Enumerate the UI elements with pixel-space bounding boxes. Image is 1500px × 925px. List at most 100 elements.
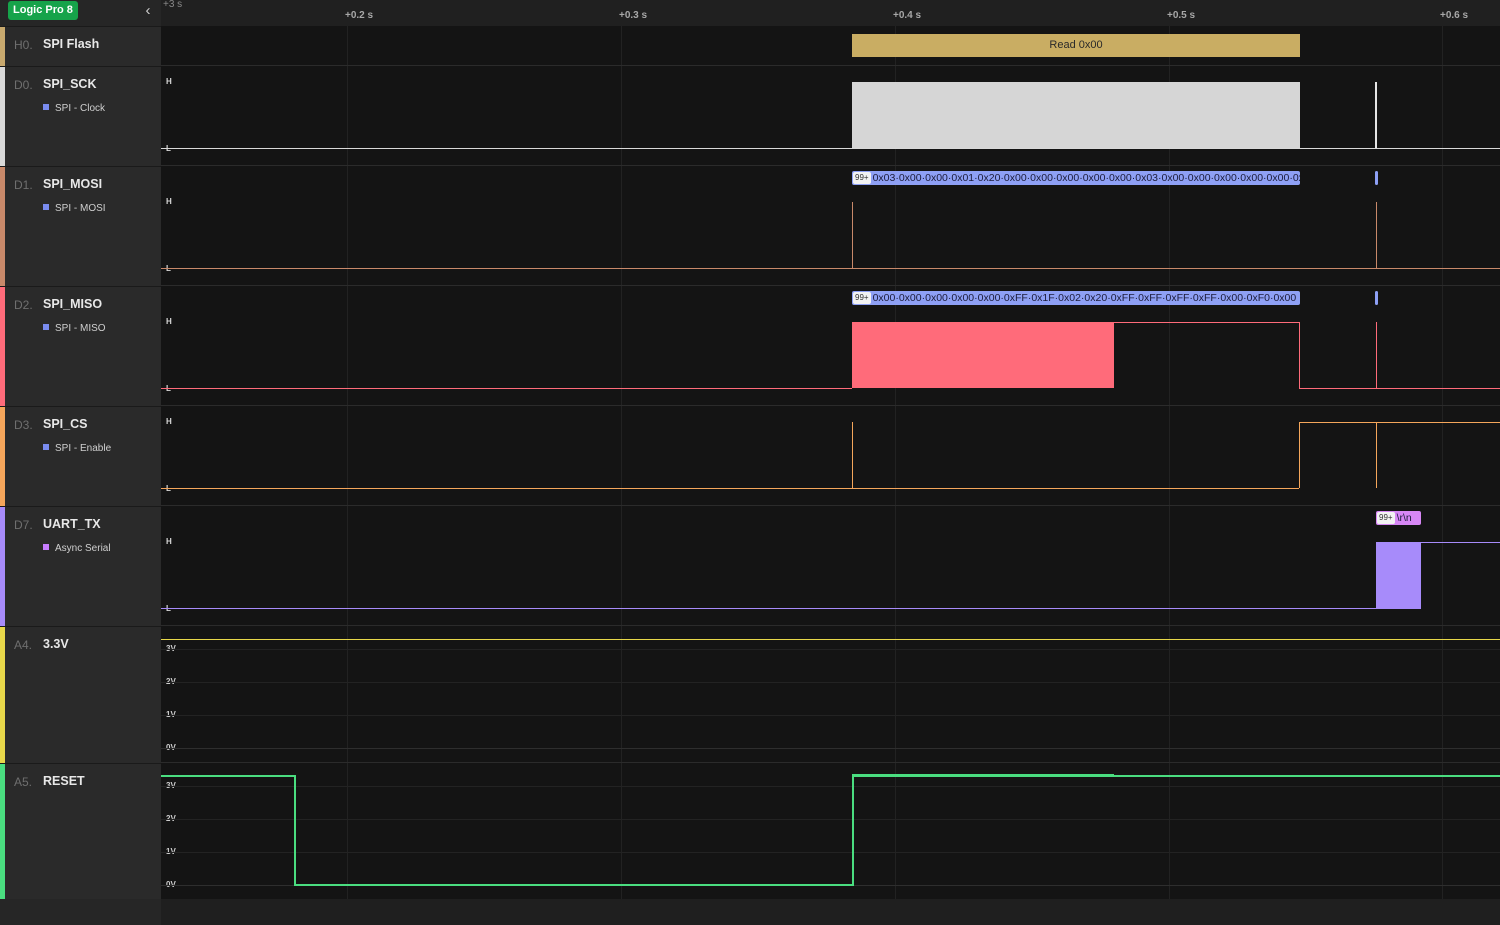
channel-id: D1.	[14, 178, 33, 192]
time-tick-label: +0.6 s	[1440, 10, 1469, 21]
high-level-label: H	[166, 77, 172, 86]
analyzer-color-square	[43, 324, 49, 330]
time-tick-label: +0.5 s	[1167, 10, 1196, 21]
miso-data-burst	[852, 322, 1114, 388]
analyzer-tag[interactable]: Async Serial	[43, 543, 111, 554]
channel-label-d2[interactable]: D2. SPI_MISO SPI - MISO	[0, 286, 161, 406]
analyzer-name: SPI - Enable	[55, 443, 112, 454]
reset-high-trace	[852, 774, 1114, 777]
analyzer-tag[interactable]: SPI - Enable	[43, 443, 111, 454]
analyzer-name: SPI - MOSI	[55, 203, 106, 214]
high-level-label: H	[166, 197, 172, 206]
time-tick-label: +0.2 s	[345, 10, 374, 21]
cs-rising-edge	[1299, 422, 1300, 488]
chevron-left-icon[interactable]: ‹	[141, 3, 155, 19]
sck-pulse	[1375, 82, 1377, 148]
channel-label-h0[interactable]: H0. SPI Flash	[0, 26, 161, 66]
analyzer-name: Async Serial	[55, 543, 111, 554]
voltage-gridline	[161, 852, 1500, 853]
row-divider	[161, 625, 1500, 626]
uart-decoded-text[interactable]: 99+ \r\n	[1376, 511, 1421, 525]
mosi-decoded-marker[interactable]	[1375, 171, 1378, 185]
channel-label-a5[interactable]: A5. RESET	[0, 763, 161, 899]
channel-color-stripe	[0, 764, 5, 899]
mosi-bytes-text: 0x03·0x00·0x00·0x01·0x20·0x00·0x00·0x00·…	[872, 172, 1300, 184]
channel-name: UART_TX	[43, 517, 101, 531]
high-level-label: H	[166, 537, 172, 546]
overflow-count-badge: 99+	[853, 172, 871, 184]
analyzer-name: SPI - Clock	[55, 103, 106, 114]
miso-low-line	[1299, 388, 1500, 389]
cs-glitch	[852, 422, 853, 488]
sck-low-line	[161, 148, 1500, 149]
voltage-gridline	[161, 649, 1500, 650]
channel-name: SPI_CS	[43, 417, 88, 431]
reset-low-trace	[294, 884, 852, 886]
uart-text: \r\n	[1396, 512, 1412, 524]
overflow-count-badge: 99+	[1377, 512, 1395, 524]
channel-label-d1[interactable]: D1. SPI_MOSI SPI - MOSI	[0, 166, 161, 286]
high-level-label: H	[166, 317, 172, 326]
channel-name: 3.3V	[43, 637, 69, 651]
uart-data-burst	[1376, 542, 1421, 609]
row-divider	[161, 285, 1500, 286]
channel-label-d7[interactable]: D7. UART_TX Async Serial	[0, 506, 161, 626]
channel-label-d3[interactable]: D3. SPI_CS SPI - Enable	[0, 406, 161, 506]
cs-pulse	[1376, 422, 1377, 488]
time-gridline	[895, 26, 896, 899]
analyzer-tag[interactable]: SPI - MISO	[43, 323, 106, 334]
waveform-area[interactable]: Read 0x00 H L 99+0x03·0x00·0x00·0x01·0x2…	[161, 26, 1500, 899]
time-tick-label: +0.3 s	[619, 10, 648, 21]
time-gridline	[1169, 26, 1170, 899]
channel-color-stripe	[0, 167, 5, 286]
device-badge[interactable]: Logic Pro 8	[8, 1, 78, 20]
mosi-decoded-bytes[interactable]: 99+ 0x03·0x00·0x00·0x01·0x20·0x00·0x00·0x…	[852, 171, 1300, 185]
analyzer-color-square	[43, 104, 49, 110]
channel-id: D2.	[14, 298, 33, 312]
reset-high-trace	[1114, 775, 1500, 777]
channel-sidebar: Logic Pro 8 ‹ H0. SPI Flash D0. SPI_SCK …	[0, 0, 161, 925]
channel-name: SPI_SCK	[43, 77, 97, 91]
row-divider	[161, 405, 1500, 406]
channel-color-stripe	[0, 627, 5, 763]
miso-decoded-bytes[interactable]: 99+ 0x00·0x00·0x00·0x00·0x00·0xFF·0x1F·0x…	[852, 291, 1300, 305]
row-divider	[161, 65, 1500, 66]
channel-color-stripe	[0, 507, 5, 626]
time-tick-label: +0.4 s	[893, 10, 922, 21]
voltage-gridline	[161, 748, 1500, 749]
miso-low-line	[161, 388, 852, 389]
channel-id: D0.	[14, 78, 33, 92]
time-gridline	[1442, 26, 1443, 899]
channel-id: D7.	[14, 518, 33, 532]
analyzer-tag[interactable]: SPI - Clock	[43, 103, 105, 114]
miso-decoded-marker[interactable]	[1375, 291, 1378, 305]
miso-high-line	[1114, 322, 1300, 323]
channel-label-d0[interactable]: D0. SPI_SCK SPI - Clock	[0, 66, 161, 166]
miso-edge	[1299, 322, 1300, 388]
reset-high-trace	[161, 775, 295, 777]
channel-color-stripe	[0, 287, 5, 406]
miso-bytes-text: 0x00·0x00·0x00·0x00·0x00·0xFF·0x1F·0x02·…	[872, 292, 1297, 304]
mosi-edge	[852, 202, 853, 268]
time-gridline	[347, 26, 348, 899]
spi-frame-annotation[interactable]: Read 0x00	[852, 34, 1300, 57]
analyzer-color-square	[43, 544, 49, 550]
voltage-gridline	[161, 786, 1500, 787]
miso-edge	[1376, 322, 1377, 388]
channel-color-stripe	[0, 27, 5, 66]
channel-color-stripe	[0, 67, 5, 166]
uart-high-line	[1421, 542, 1500, 543]
time-ruler[interactable]: +3 s +0.2 s +0.3 s +0.4 s +0.5 s +0.6 s	[161, 0, 1500, 26]
analyzer-tag[interactable]: SPI - MOSI	[43, 203, 106, 214]
channel-name: SPI_MISO	[43, 297, 103, 311]
channel-id: D3.	[14, 418, 33, 432]
overflow-count-badge: 99+	[853, 292, 871, 304]
channel-label-a4[interactable]: A4. 3.3V	[0, 626, 161, 763]
row-divider	[161, 165, 1500, 166]
high-level-label: H	[166, 417, 172, 426]
analyzer-color-square	[43, 204, 49, 210]
sck-clock-burst	[852, 82, 1300, 148]
supply-voltage-trace	[161, 639, 1500, 640]
channel-name: SPI Flash	[43, 37, 100, 51]
mosi-edge	[1376, 202, 1377, 268]
